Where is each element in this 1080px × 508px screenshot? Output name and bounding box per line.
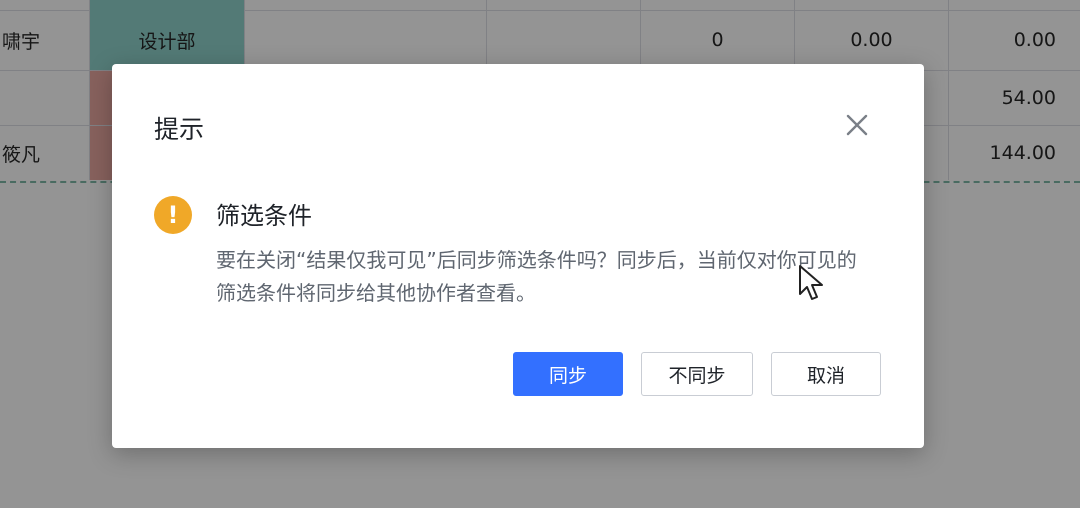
- warning-icon: !: [154, 196, 192, 234]
- message-heading: 筛选条件: [216, 202, 312, 230]
- message-body: 要在关闭“结果仅我可见”后同步筛选条件吗？同步后，当前仅对你可见的筛选条件将同步…: [216, 248, 857, 305]
- close-icon[interactable]: [840, 108, 874, 142]
- sync-filter-dialog: 提示 ! 筛选条件 要在关闭“结果仅我可见”后同步筛选条件吗？同步后，当前仅对你…: [112, 64, 924, 448]
- cancel-button[interactable]: 取消: [771, 352, 881, 396]
- page: 啸宇 设计部 0 0.00 0.00 54.00 筱凡 144.00 提示 ! …: [0, 0, 1080, 508]
- dialog-title: 提示: [154, 115, 205, 144]
- mouse-cursor-icon: [798, 264, 824, 302]
- no-sync-button[interactable]: 不同步: [641, 352, 753, 396]
- sync-button[interactable]: 同步: [513, 352, 623, 396]
